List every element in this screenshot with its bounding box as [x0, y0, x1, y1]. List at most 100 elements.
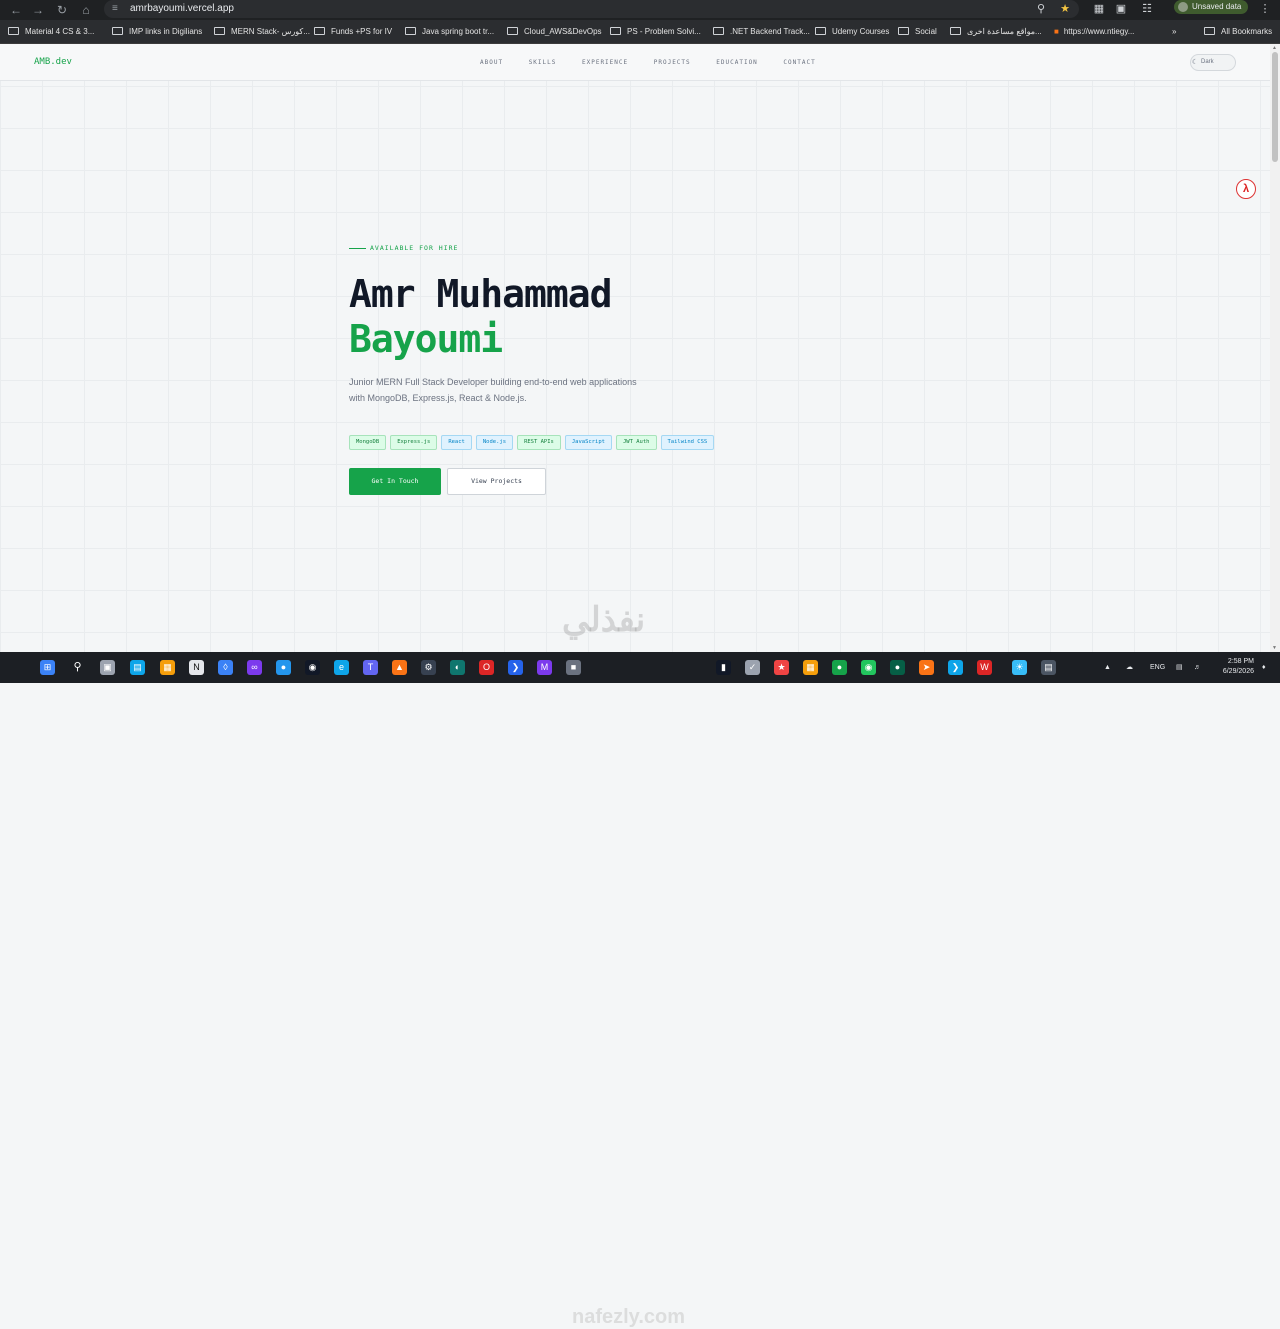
skill-tag: Tailwind CSS [660, 435, 715, 450]
home-icon[interactable]: ⌂ [78, 2, 94, 18]
bookmark-folder[interactable]: Material 4 CS & 3... [8, 20, 94, 44]
nav-about[interactable]: ABOUT [480, 59, 503, 66]
bookmark-folder[interactable]: مواقع مساعدة اخرى... [950, 20, 1042, 44]
nav-skills[interactable]: SKILLS [529, 59, 557, 66]
nav-contact[interactable]: CONTACT [783, 59, 815, 66]
availability-line [349, 247, 366, 249]
bookmark-folder[interactable]: IMP links in Digilians [112, 20, 202, 44]
app-icon-14[interactable]: ▤ [1041, 660, 1056, 675]
bookmark-star-icon[interactable]: ★ [1056, 0, 1074, 18]
folder-icon [950, 27, 961, 35]
network-icon[interactable]: ▤ [1176, 652, 1183, 683]
extensions-puzzle-icon[interactable]: ☷ [1138, 0, 1156, 18]
teams-icon[interactable]: T [363, 660, 378, 675]
start-windows-icon[interactable]: ⊞ [40, 660, 55, 675]
volume-icon[interactable]: ♬ [1194, 652, 1201, 683]
theme-toggle-button[interactable]: ☾ Dark [1190, 54, 1236, 71]
app-icon-7[interactable]: ■ [566, 660, 581, 675]
docker-icon[interactable]: ● [276, 660, 291, 675]
nav-projects[interactable]: PROJECTS [654, 59, 691, 66]
visual-studio-icon[interactable]: ∞ [247, 660, 262, 675]
app-icon-3[interactable]: ◊ [218, 660, 233, 675]
skill-tags: MongoDB Express.js React Node.js REST APIs Ja… [349, 430, 718, 450]
page-scrollbar[interactable]: ▲ ▼ [1270, 44, 1280, 652]
watermark-arabic: نفذلي [562, 601, 646, 639]
avatar [1178, 2, 1188, 12]
clock-time: 2:58 PM [1227, 658, 1254, 665]
app-icon-12[interactable]: W [977, 660, 992, 675]
nav-experience[interactable]: EXPERIENCE [582, 59, 628, 66]
windows-taskbar: ⊞ ⚲ ▣ ▤ ▦ N ◊ ∞ ● ◉ e T ▲ ⚙ ◐ O ❯ M ■ ▮ … [0, 652, 1280, 1328]
portfolio-page: AMB.dev ABOUT SKILLS EXPERIENCE PROJECTS… [0, 44, 1270, 652]
bookmark-folder[interactable]: Funds +PS for IV [314, 20, 392, 44]
skill-tag: JWT Auth [616, 435, 657, 450]
profile-button[interactable]: Unsaved data [1174, 0, 1248, 14]
vscode-icon[interactable]: ❯ [948, 660, 963, 675]
skill-tag: Express.js [390, 435, 438, 450]
notion-icon[interactable]: N [189, 660, 204, 675]
brave-icon[interactable]: ▲ [392, 660, 407, 675]
app-icon-9[interactable]: ★ [774, 660, 789, 675]
jetbrains-icon[interactable]: ▮ [716, 660, 731, 675]
menu-kebab-icon[interactable]: ⋮ [1256, 0, 1274, 18]
taskbar-clock[interactable]: 2:58 PM 6/29/2026 [1214, 657, 1254, 677]
folder-icon [405, 27, 416, 35]
site-header: AMB.dev ABOUT SKILLS EXPERIENCE PROJECTS… [0, 44, 1270, 81]
folder-icon [713, 27, 724, 35]
back-icon[interactable]: ← [8, 2, 24, 18]
notification-bell-icon[interactable]: ♦ [1262, 652, 1266, 683]
scroll-up-icon[interactable]: ▲ [1272, 45, 1277, 51]
bookmark-folder[interactable]: Social [898, 20, 937, 44]
scroll-down-icon[interactable]: ▼ [1272, 645, 1277, 651]
app-icon-8[interactable]: ✓ [745, 660, 760, 675]
get-in-touch-button[interactable]: Get In Touch [349, 468, 441, 495]
site-nav: ABOUT SKILLS EXPERIENCE PROJECTS EDUCATI… [480, 59, 837, 66]
vscode-blue-icon[interactable]: ❯ [508, 660, 523, 675]
file-explorer-icon[interactable]: ▦ [803, 660, 818, 675]
view-projects-button[interactable]: View Projects [447, 468, 546, 495]
pdf-icon[interactable]: λ [1236, 179, 1256, 199]
edge-icon[interactable]: e [334, 660, 349, 675]
chevron-up-icon[interactable]: ▲ [1104, 652, 1111, 683]
app-icon-6[interactable]: M [537, 660, 552, 675]
availability-badge: AVAILABLE FOR HIRE [349, 244, 458, 252]
url-text: amrbayoumi.vercel.app [130, 3, 234, 14]
bookmark-folder[interactable]: MERN Stack- كورس... [214, 20, 310, 44]
site-info-icon[interactable]: ≡ [112, 0, 118, 18]
reload-icon[interactable]: ↻ [54, 2, 70, 18]
bookmark-folder[interactable]: PS - Problem Solvi... [610, 20, 701, 44]
translate-icon[interactable]: ▦ [1090, 0, 1108, 18]
app-icon-13[interactable]: ☀ [1012, 660, 1027, 675]
chrome-icon[interactable]: ◉ [861, 660, 876, 675]
bookmark-folder[interactable]: Udemy Courses [815, 20, 889, 44]
address-bar[interactable]: ≡ amrbayoumi.vercel.app ⚲ ★ [104, 0, 1079, 18]
zoom-icon[interactable]: ⚲ [1032, 0, 1050, 18]
bookmark-folder[interactable]: Cloud_AWS&DevOps [507, 20, 602, 44]
extension-icon-1[interactable]: ▣ [1112, 0, 1130, 18]
app-icon-5[interactable]: ◐ [450, 660, 465, 675]
linux-icon[interactable]: ◉ [305, 660, 320, 675]
folder-icon [610, 27, 621, 35]
app-icon-11[interactable]: ● [890, 660, 905, 675]
more-bookmarks-icon[interactable]: » [1172, 20, 1176, 44]
app-icon-4[interactable]: ⚙ [421, 660, 436, 675]
bookmark-folder[interactable]: .NET Backend Track... [713, 20, 810, 44]
scrollbar-thumb[interactable] [1272, 52, 1278, 162]
postman-icon[interactable]: ➤ [919, 660, 934, 675]
app-icon-10[interactable]: ● [832, 660, 847, 675]
hero-actions: Get In Touch View Projects [349, 468, 546, 495]
search-icon[interactable]: ⚲ [70, 660, 85, 675]
nav-education[interactable]: EDUCATION [716, 59, 758, 66]
all-bookmarks[interactable]: All Bookmarks [1204, 20, 1272, 44]
language-indicator[interactable]: ENG [1150, 652, 1165, 683]
task-view-icon[interactable]: ▣ [100, 660, 115, 675]
site-logo[interactable]: AMB.dev [34, 57, 72, 67]
opera-icon[interactable]: O [479, 660, 494, 675]
bookmark-folder[interactable]: Java spring boot tr... [405, 20, 494, 44]
onedrive-icon[interactable]: ☁ [1126, 652, 1133, 683]
forward-icon[interactable]: → [30, 2, 46, 18]
app-icon-2[interactable]: ▦ [160, 660, 175, 675]
bookmark-link[interactable]: ■ https://www.ntiegy... [1054, 20, 1134, 44]
app-icon-1[interactable]: ▤ [130, 660, 145, 675]
bookmarks-bar: Material 4 CS & 3... IMP links in Digili… [0, 20, 1280, 44]
